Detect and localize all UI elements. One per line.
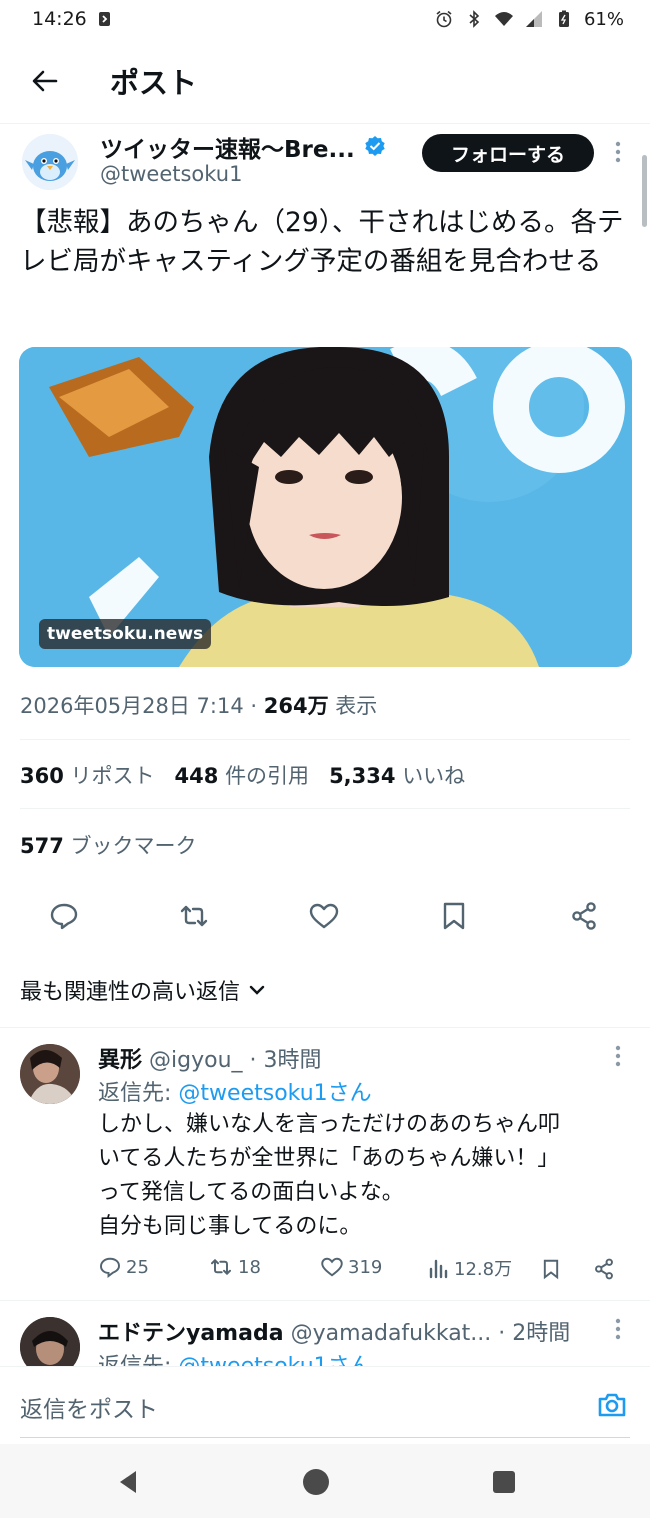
- camera-icon[interactable]: [596, 1389, 628, 1421]
- reply-sort-selector[interactable]: 最も関連性の高い返信: [20, 974, 266, 1006]
- reply-avatar[interactable]: [20, 1317, 80, 1366]
- bird-avatar-icon: [22, 134, 78, 190]
- reply-item[interactable]: 異形 @igyou_ · 3時間 返信先: @tweetsoku1さん しかし、…: [0, 1028, 650, 1300]
- back-button[interactable]: [0, 38, 90, 124]
- repost-stat[interactable]: 360 リポスト: [20, 760, 155, 790]
- more-icon: [615, 1318, 621, 1340]
- tweet-action-bar: [0, 892, 650, 940]
- reply-action-bar: 25 18 319 12.8万: [98, 1255, 628, 1285]
- reply-repost-button[interactable]: 18: [208, 1255, 261, 1279]
- page-title: ポスト: [110, 65, 198, 100]
- signal-icon: [525, 11, 542, 27]
- nav-back-icon[interactable]: [114, 1468, 142, 1496]
- view-count: 264万: [263, 694, 329, 718]
- tweet-text: 【悲報】あのちゃん（29）、干されはじめる。各テレビ局がキャスティング予定の番組…: [20, 207, 624, 277]
- reply-time: · 3時間: [249, 1048, 322, 1073]
- reply-author-handle[interactable]: @igyou_: [149, 1048, 243, 1073]
- reply-to-prefix: 返信先:: [98, 1354, 171, 1366]
- system-nav-bar: [0, 1444, 650, 1518]
- status-time: 14:26: [32, 8, 87, 30]
- reply-item[interactable]: エドテンyamada @yamadafukkat... · 2時間 返信先: @…: [0, 1301, 650, 1366]
- reply-input[interactable]: 返信をポスト: [20, 1390, 158, 1424]
- nav-home-icon[interactable]: [302, 1468, 330, 1496]
- reply-text-line: しかし、嫌いな人を言っただけのあのちゃん叩: [98, 1112, 561, 1137]
- like-stat[interactable]: 5,334 いいね: [329, 760, 465, 790]
- follow-button[interactable]: フォローする: [422, 134, 594, 172]
- reply-to-link[interactable]: @tweetsoku1さん: [178, 1081, 371, 1106]
- alarm-icon: [436, 10, 452, 28]
- nav-recents-icon[interactable]: [490, 1468, 518, 1496]
- view-count: 12.8万: [454, 1259, 513, 1280]
- like-icon: [321, 1257, 343, 1277]
- share-icon[interactable]: [592, 1256, 616, 1282]
- bluetooth-icon: [469, 10, 480, 28]
- bookmark-icon[interactable]: [540, 1256, 562, 1282]
- reply-author-name[interactable]: 異形: [98, 1048, 142, 1073]
- app-header: ポスト: [0, 38, 650, 124]
- reply-text-line: 自分も同じ事してるのに。: [98, 1214, 362, 1239]
- tweet-meta: 2026年05月28日 7:14 · 264万 表示: [20, 694, 378, 718]
- reply-to-link[interactable]: @tweetsoku1さん: [178, 1354, 371, 1366]
- user-photo-icon: [20, 1044, 80, 1104]
- notification-icon: [98, 12, 110, 26]
- back-arrow-icon: [32, 70, 58, 91]
- compose-underline: [20, 1437, 630, 1438]
- more-icon: [615, 141, 621, 163]
- tweet-image[interactable]: tweetsoku.news: [19, 347, 632, 667]
- tweet-more-button[interactable]: [606, 140, 630, 164]
- like-count: 319: [348, 1256, 383, 1278]
- battery-icon: [558, 10, 569, 27]
- share-icon[interactable]: [568, 900, 600, 932]
- author-avatar[interactable]: [22, 134, 78, 190]
- reply-header: 異形 @igyou_ · 3時間: [98, 1042, 322, 1074]
- quote-stat[interactable]: 448 件の引用: [175, 760, 310, 790]
- engagement-stats: 360 リポスト 448 件の引用 5,334 いいね: [20, 760, 465, 790]
- reply-icon: [100, 1257, 120, 1278]
- reply-more-button[interactable]: [606, 1317, 630, 1341]
- reply-like-button[interactable]: 319: [320, 1255, 382, 1279]
- divider: [20, 739, 630, 740]
- tweet-timestamp[interactable]: 2026年05月28日 7:14: [20, 694, 244, 718]
- bookmark-stat[interactable]: 577 ブックマーク: [20, 830, 197, 860]
- status-bar: 14:26 61%: [0, 0, 650, 38]
- reply-text: しかし、嫌いな人を言っただけのあのちゃん叩 いてる人たちが全世界に「あのちゃん嫌…: [98, 1108, 628, 1244]
- more-icon: [615, 1045, 621, 1067]
- verified-badge-icon: [365, 136, 385, 156]
- user-photo-icon: [20, 1317, 80, 1366]
- chevron-down-icon: [249, 985, 265, 995]
- view-label: 表示: [335, 694, 378, 718]
- author-name[interactable]: ツイッター速報〜Bre...: [100, 130, 355, 164]
- divider: [20, 808, 630, 809]
- reply-to-line: 返信先: @tweetsoku1さん: [98, 1348, 372, 1366]
- like-icon[interactable]: [308, 900, 340, 932]
- repost-count: 18: [238, 1256, 261, 1278]
- reply-text-line: って発信してるの面白いよな。: [98, 1180, 404, 1205]
- wifi-icon: [494, 12, 513, 26]
- reply-more-button[interactable]: [606, 1044, 630, 1068]
- repost-icon[interactable]: [178, 900, 210, 932]
- reply-views-button[interactable]: 12.8万: [428, 1255, 512, 1281]
- repost-icon: [211, 1258, 231, 1276]
- battery-level: 61%: [583, 8, 624, 30]
- reply-count: 25: [126, 1256, 149, 1278]
- views-icon: [429, 1259, 448, 1279]
- reply-compose-bar: 返信をポスト: [0, 1366, 650, 1444]
- reply-to-line: 返信先: @tweetsoku1さん: [98, 1075, 372, 1107]
- reply-author-handle[interactable]: @yamadafukkat...: [291, 1321, 492, 1346]
- reply-reply-button[interactable]: 25: [98, 1255, 149, 1279]
- tweet-author-row: ツイッター速報〜Bre... @tweetsoku1 フォローする: [0, 124, 650, 200]
- reply-icon[interactable]: [48, 900, 80, 932]
- image-watermark: tweetsoku.news: [39, 619, 212, 649]
- bookmark-icon[interactable]: [438, 900, 470, 932]
- reply-text-line: いてる人たちが全世界に「あのちゃん嫌い！」: [98, 1146, 560, 1171]
- sort-label: 最も関連性の高い返信: [20, 980, 241, 1005]
- reply-avatar[interactable]: [20, 1044, 80, 1104]
- author-handle[interactable]: @tweetsoku1: [100, 162, 242, 186]
- reply-to-prefix: 返信先:: [98, 1081, 172, 1106]
- reply-time: · 2時間: [498, 1321, 571, 1346]
- reply-header: エドテンyamada @yamadafukkat... · 2時間: [98, 1315, 570, 1347]
- reply-author-name[interactable]: エドテンyamada: [98, 1321, 284, 1346]
